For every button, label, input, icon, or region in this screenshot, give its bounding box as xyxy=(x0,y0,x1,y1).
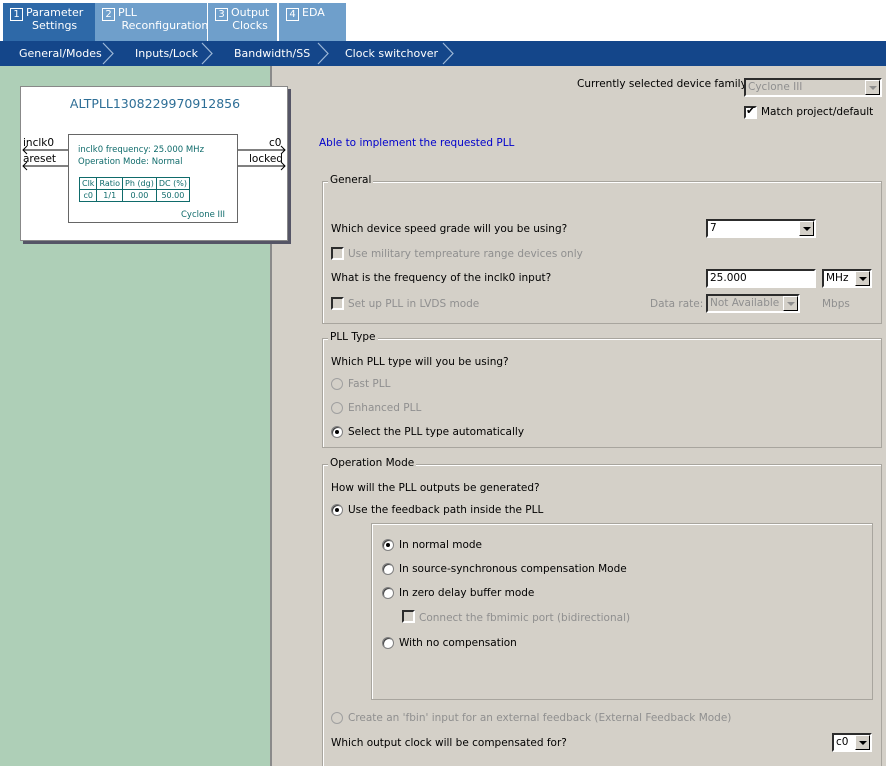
no-compensation-label: With no compensation xyxy=(399,637,517,649)
operation-mode-text: Operation Mode: Normal xyxy=(78,157,183,167)
speed-grade-label: Which device speed grade will you be usi… xyxy=(331,223,568,235)
input-frequency-text: inclk0 frequency: 25.000 MHz xyxy=(78,145,205,155)
enhanced-pll-radio[interactable] xyxy=(331,402,343,414)
tab-pll-reconfiguration[interactable]: 2 PLL Reconfiguration xyxy=(95,3,208,41)
group-title: PLL Type xyxy=(328,331,378,343)
tab-label: Parameter Settings xyxy=(26,6,84,32)
external-feedback-label: Create an 'fbin' input for an external f… xyxy=(348,712,732,724)
device-family-label: Currently selected device family: xyxy=(577,78,750,90)
device-family-label: Cyclone III xyxy=(181,210,226,220)
zero-delay-radio[interactable] xyxy=(382,587,394,599)
group-title: Operation Mode xyxy=(328,457,417,469)
military-range-checkbox[interactable] xyxy=(331,247,344,260)
device-family-select: Cyclone III xyxy=(744,78,882,97)
step-inputs-lock[interactable]: Inputs/Lock xyxy=(135,41,198,66)
source-sync-label: In source-synchronous compensation Mode xyxy=(399,563,627,575)
data-rate-select: Not Available xyxy=(706,294,800,313)
chevron-right-icon xyxy=(201,42,213,65)
radio-dot xyxy=(335,508,339,512)
input-frequency-label: What is the frequency of the inclk0 inpu… xyxy=(331,272,552,284)
zero-delay-label: In zero delay buffer mode xyxy=(399,587,535,599)
table-cell: 50.00 xyxy=(155,189,190,202)
source-sync-radio[interactable] xyxy=(382,563,394,575)
compensated-clock-label: Which output clock will be compensated f… xyxy=(331,737,567,749)
step-clock-switchover[interactable]: Clock switchover xyxy=(345,41,438,66)
fast-pll-label: Fast PLL xyxy=(348,378,391,390)
frequency-unit-select[interactable]: MHz xyxy=(822,269,872,288)
compensated-clock-select[interactable]: c0 xyxy=(832,733,872,752)
lvds-mode-label: Set up PLL in LVDS mode xyxy=(348,298,480,310)
operation-mode-question: How will the PLL outputs be generated? xyxy=(331,482,540,494)
tab-number: 4 xyxy=(286,8,299,21)
step-bandwidth-ss[interactable]: Bandwidth/SS xyxy=(234,41,310,66)
tab-number: 3 xyxy=(215,8,228,21)
internal-feedback-label: Use the feedback path inside the PLL xyxy=(348,504,544,516)
internal-feedback-radio[interactable] xyxy=(331,504,343,516)
input-frequency-field[interactable]: 25.000 xyxy=(706,269,816,288)
radio-dot xyxy=(386,543,390,547)
table-row: c0 1/1 0.00 50.00 xyxy=(78,189,190,202)
chevron-down-icon xyxy=(855,735,870,750)
tab-number: 2 xyxy=(102,8,115,21)
table-header: Ratio xyxy=(96,177,123,190)
speed-grade-select[interactable]: 7 xyxy=(706,219,816,238)
data-rate-label: Data rate: xyxy=(650,298,704,310)
radio-dot xyxy=(335,430,339,434)
chevron-right-icon xyxy=(442,42,454,65)
military-range-label: Use military tempreature range devices o… xyxy=(348,248,583,260)
pll-symbol-diagram: ALTPLL1308229970912856 inclk0 areset c0 … xyxy=(20,86,288,241)
chevron-down-icon xyxy=(783,296,798,311)
no-compensation-radio[interactable] xyxy=(382,637,394,649)
normal-mode-label: In normal mode xyxy=(399,539,482,551)
table-cell: c0 xyxy=(78,189,98,202)
match-project-checkbox[interactable]: ✔ xyxy=(744,104,757,119)
fbmimic-label: Connect the fbmimic port (bidirectional) xyxy=(419,612,631,624)
table-header: Ph (dg) xyxy=(122,177,157,190)
chevron-down-icon xyxy=(855,271,870,286)
external-feedback-radio[interactable] xyxy=(331,712,343,724)
fast-pll-radio[interactable] xyxy=(331,378,343,390)
tab-output-clocks[interactable]: 3 Output Clocks xyxy=(208,3,278,41)
auto-pll-radio[interactable] xyxy=(331,426,343,438)
tab-label: EDA xyxy=(302,6,325,19)
lvds-mode-checkbox[interactable] xyxy=(331,297,344,310)
table-header-row: Clk Ratio Ph (dg) DC (%) xyxy=(78,177,190,190)
status-message: Able to implement the requested PLL xyxy=(319,137,515,149)
table-header: DC (%) xyxy=(155,177,190,190)
group-title: General xyxy=(328,174,374,186)
output-clock-table: Clk Ratio Ph (dg) DC (%) c0 1/1 0.00 50.… xyxy=(78,177,190,202)
checkmark-icon: ✔ xyxy=(746,104,756,117)
tab-eda[interactable]: 4 EDA xyxy=(279,3,347,41)
table-cell: 0.00 xyxy=(122,189,157,202)
normal-mode-radio[interactable] xyxy=(382,539,394,551)
enhanced-pll-label: Enhanced PLL xyxy=(348,402,422,414)
chevron-down-icon xyxy=(799,221,814,236)
table-header: Clk xyxy=(78,177,98,190)
tab-label: Output Clocks xyxy=(231,6,270,32)
auto-pll-label: Select the PLL type automatically xyxy=(348,426,525,438)
table-cell: 1/1 xyxy=(96,189,123,202)
chevron-down-icon xyxy=(865,80,880,95)
match-project-label: Match project/default xyxy=(761,106,874,118)
chevron-right-icon xyxy=(102,42,114,65)
pll-block: inclk0 frequency: 25.000 MHz Operation M… xyxy=(68,134,238,223)
step-navigation: General/Modes Inputs/Lock Bandwidth/SS C… xyxy=(0,41,886,66)
data-rate-unit: Mbps xyxy=(822,298,850,310)
step-general-modes[interactable]: General/Modes xyxy=(19,41,102,66)
tab-number: 1 xyxy=(10,8,23,21)
tab-label: PLL Reconfiguration xyxy=(118,6,209,32)
pll-type-question: Which PLL type will you be using? xyxy=(331,356,509,368)
fbmimic-checkbox[interactable] xyxy=(402,610,415,623)
chevron-right-icon xyxy=(317,42,329,65)
